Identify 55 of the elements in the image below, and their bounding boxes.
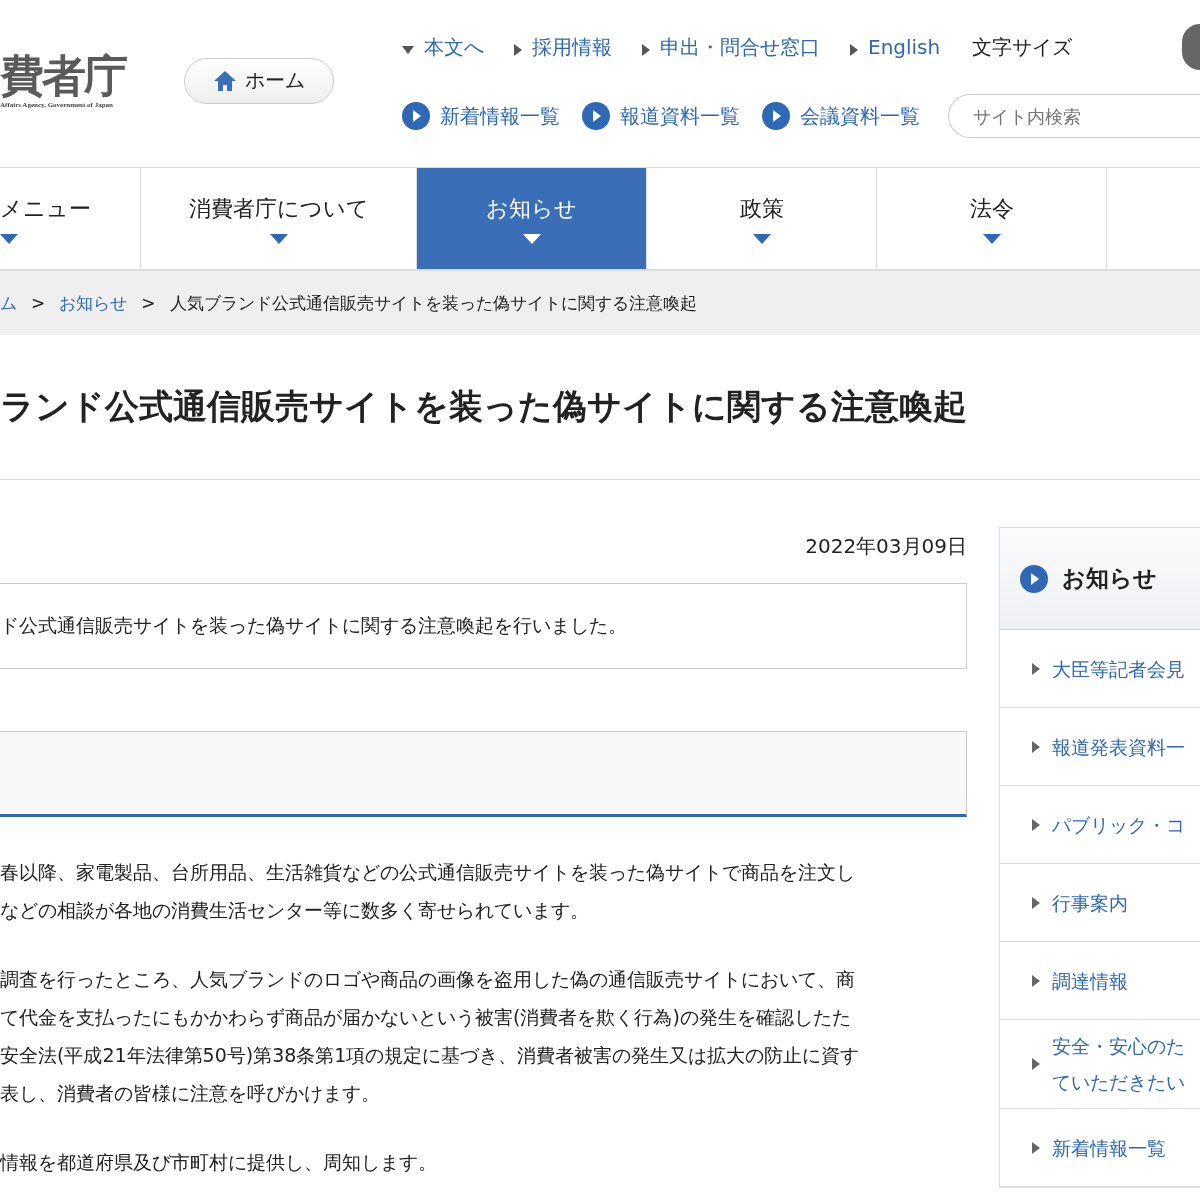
body-paragraph: 調査を行ったところ、人気ブランドのロゴや商品の画像を盗用した偽の通信販売サイトにおいて、商 て代金を支払ったにもかかわらず商品が届かないという被害(消費者を欺く行為)の発生を確認したた 安全法(平成21年法律第50号)第38条第1項の規定に基づき、消費者被害の発生又は拡大の防止に資す 表し、消費者の皆様に注意を呼びかけます。 [0, 967, 861, 1106]
publish-date: 2022年03月09日 [804, 533, 967, 560]
house-icon [213, 69, 237, 92]
caret-icon [1032, 1058, 1040, 1070]
caret-icon [850, 44, 858, 56]
sidebar-link[interactable]: パブリック・コ [1000, 786, 1200, 864]
home-button[interactable]: ホーム [184, 57, 334, 104]
caret-icon [1032, 974, 1040, 987]
summary-box: ド公式通信販売サイトを装った偽サイトに関する注意喚起を行いました。 [0, 583, 967, 669]
caret-icon [522, 233, 541, 244]
play-circle-icon [402, 102, 430, 130]
caret-icon [642, 44, 650, 56]
nav-tab[interactable]: お知らせ [417, 168, 647, 269]
sidebar-link[interactable]: 安全・安心のた ていただきたい [1000, 1020, 1200, 1109]
font-size-label: 文字サイズ [972, 33, 1073, 61]
sidebar-link[interactable]: 大臣等記者会見 [1000, 630, 1200, 708]
sidebar-heading-text: お知らせ [1062, 564, 1157, 593]
caret-icon [752, 233, 771, 244]
header-link[interactable]: 採用情報 [514, 33, 612, 61]
sidebar-link[interactable]: 新着情報一覧 [1000, 1109, 1200, 1187]
sidebar-link[interactable]: 調達情報 [1000, 942, 1200, 1020]
quick-link[interactable]: 新着情報一覧 [402, 102, 560, 130]
header-link[interactable]: 申出・問合せ窓口 [642, 33, 820, 61]
header-link[interactable]: English [850, 35, 941, 59]
header-link[interactable]: 本文へ [402, 33, 484, 61]
caret-icon [1032, 896, 1040, 909]
caret-icon [1032, 818, 1040, 831]
sidebar-link[interactable]: 報道発表資料一 [1000, 708, 1200, 786]
play-circle-icon [1020, 564, 1048, 593]
sidebar-link[interactable]: 行事案内 [1000, 864, 1200, 942]
play-circle-icon [582, 102, 610, 130]
caret-icon [514, 44, 522, 56]
caret-icon [1032, 1141, 1040, 1154]
quick-link[interactable]: 会議資料一覧 [762, 102, 920, 130]
nav-tab[interactable]: 法令 [877, 168, 1107, 269]
font-size-button[interactable] [1182, 24, 1200, 70]
caret-icon [0, 233, 18, 244]
caret-icon [1032, 740, 1040, 753]
breadcrumb-separator: > [141, 293, 156, 313]
breadcrumb-separator: > [31, 293, 46, 313]
caret-icon [982, 233, 1001, 244]
caret-icon [269, 233, 288, 244]
nav-tab[interactable]: 政策 [647, 168, 877, 269]
body-paragraph: 春以降、家電製品、台所用品、生活雑貨などの公式通信販売サイトを装った偽サイトで商品を注文し などの相談が各地の消費生活センター等に数多く寄せられています。 [0, 860, 856, 923]
breadcrumb-link[interactable]: ム [0, 291, 17, 315]
quick-link[interactable]: 報道資料一覧 [582, 102, 740, 130]
breadcrumb-link[interactable]: お知らせ [59, 291, 128, 315]
breadcrumb-current: 人気ブランド公式通信販売サイトを装った偽サイトに関する注意喚起 [169, 291, 697, 315]
page-title: ランド公式通信販売サイトを装った偽サイトに関する注意喚起 [0, 385, 968, 428]
search-field[interactable]: サイト内検索 [948, 94, 1200, 138]
nav-tab[interactable]: メニュー [0, 168, 141, 269]
caret-icon [402, 46, 414, 54]
body-paragraph: 情報を都道府県及び市町村に提供し、周知します。 [0, 1150, 438, 1175]
caret-icon [1032, 662, 1040, 675]
play-circle-icon [762, 102, 790, 130]
